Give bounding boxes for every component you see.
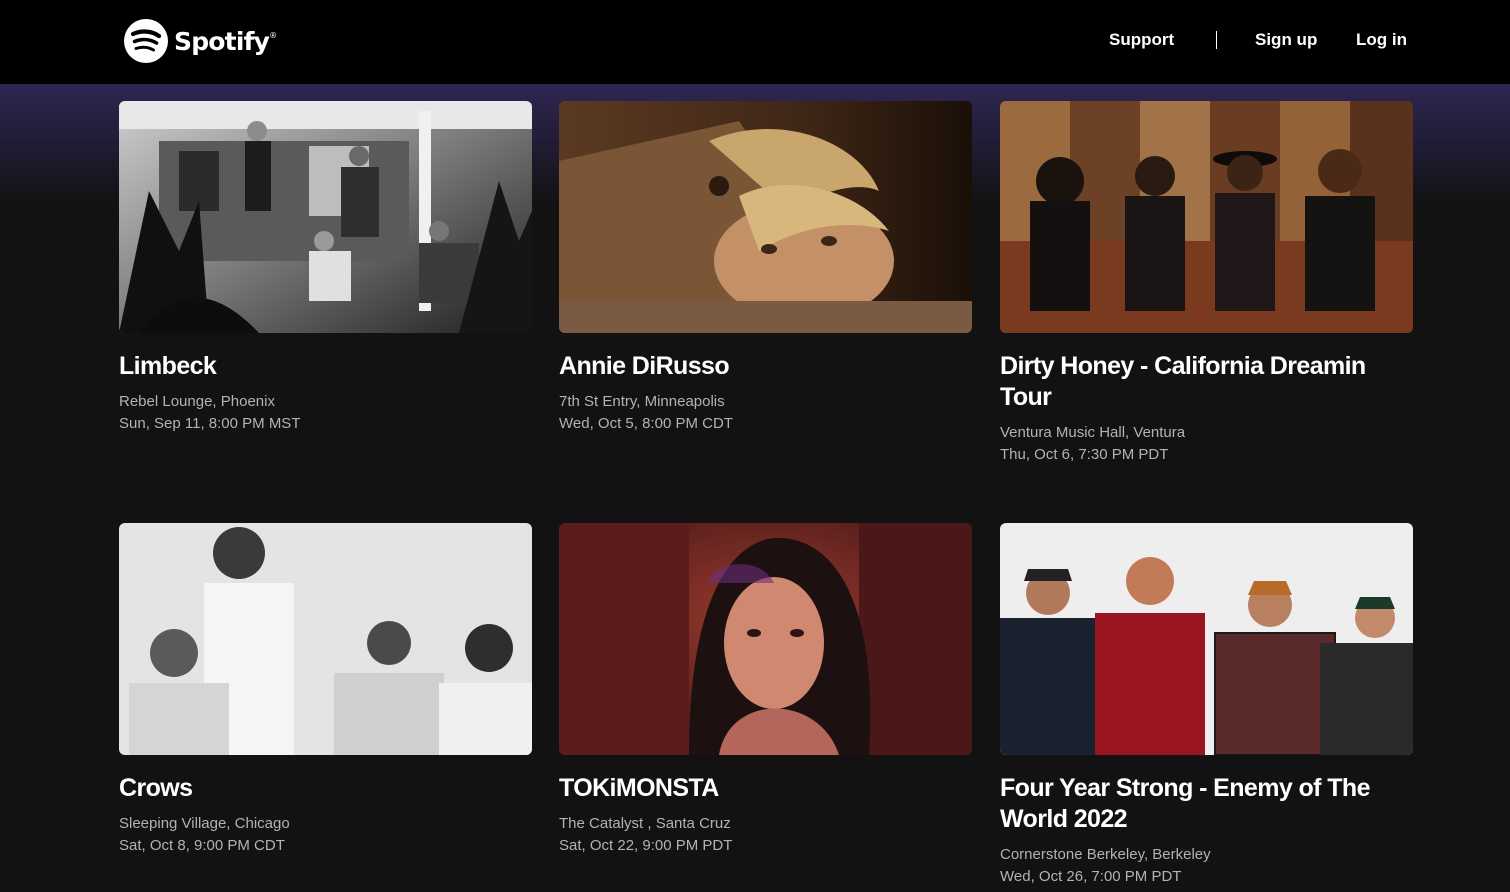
event-venue: Cornerstone Berkeley, Berkeley <box>1000 846 1211 863</box>
event-date: Wed, Oct 26, 7:00 PM PDT <box>1000 868 1182 885</box>
event-date: Sat, Oct 8, 9:00 PM CDT <box>119 837 285 854</box>
event-card[interactable]: Limbeck Rebel Lounge, Phoenix Sun, Sep 1… <box>119 101 532 435</box>
event-title[interactable]: Crows <box>119 773 532 804</box>
event-date: Sat, Oct 22, 9:00 PM PDT <box>559 837 733 854</box>
nav-divider <box>1216 31 1217 49</box>
event-title[interactable]: Limbeck <box>119 351 532 382</box>
event-date: Sun, Sep 11, 8:00 PM MST <box>119 415 301 432</box>
top-bar: Spotify® Support Sign up Log in <box>0 0 1510 84</box>
event-title[interactable]: TOKiMONSTA <box>559 773 972 804</box>
event-card[interactable]: Dirty Honey - California Dreamin Tour Ve… <box>1000 101 1413 466</box>
spotify-icon <box>124 19 168 63</box>
brand-name: Spotify <box>174 26 270 56</box>
event-date: Wed, Oct 5, 8:00 PM CDT <box>559 415 733 432</box>
support-link[interactable]: Support <box>1109 30 1174 50</box>
event-image[interactable] <box>559 101 972 333</box>
event-venue: The Catalyst , Santa Cruz <box>559 815 731 832</box>
event-date: Thu, Oct 6, 7:30 PM PDT <box>1000 446 1169 463</box>
event-card[interactable]: TOKiMONSTA The Catalyst , Santa Cruz Sat… <box>559 523 972 857</box>
event-title[interactable]: Annie DiRusso <box>559 351 972 382</box>
event-image[interactable] <box>119 523 532 755</box>
event-venue: 7th St Entry, Minneapolis <box>559 393 725 410</box>
login-link[interactable]: Log in <box>1356 30 1407 50</box>
event-image[interactable] <box>559 523 972 755</box>
event-venue: Ventura Music Hall, Ventura <box>1000 424 1186 441</box>
event-card[interactable]: Four Year Strong - Enemy of The World 20… <box>1000 523 1413 888</box>
event-image[interactable] <box>1000 523 1413 755</box>
event-venue: Sleeping Village, Chicago <box>119 815 290 832</box>
event-image[interactable] <box>1000 101 1413 333</box>
registered-mark: ® <box>269 30 277 40</box>
event-image[interactable] <box>119 101 532 333</box>
signup-link[interactable]: Sign up <box>1255 30 1317 50</box>
event-card[interactable]: Annie DiRusso 7th St Entry, Minneapolis … <box>559 101 972 435</box>
spotify-logo[interactable]: Spotify® <box>124 18 277 64</box>
event-card[interactable]: Crows Sleeping Village, Chicago Sat, Oct… <box>119 523 532 857</box>
event-title[interactable]: Four Year Strong - Enemy of The World 20… <box>1000 773 1413 835</box>
event-venue: Rebel Lounge, Phoenix <box>119 393 275 410</box>
event-title[interactable]: Dirty Honey - California Dreamin Tour <box>1000 351 1413 413</box>
